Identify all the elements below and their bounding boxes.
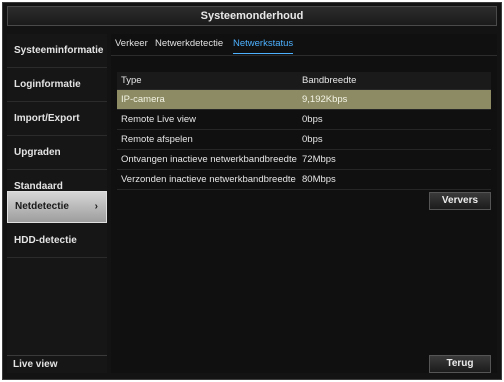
column-header-type: Type — [121, 75, 142, 86]
table-row[interactable]: Verzonden inactieve netwerkbandbreedte 8… — [117, 170, 491, 190]
row-type: Remote afspelen — [121, 134, 193, 145]
main-panel: Verkeer Netwerkdetectie Netwerkstatus Ty… — [111, 34, 497, 373]
row-bandwidth: 9,192Kbps — [302, 94, 348, 105]
row-type: IP-camera — [121, 94, 165, 105]
network-status-table: Type Bandbreedte IP-camera 9,192Kbps Rem… — [117, 72, 491, 190]
tab-network-detection[interactable]: Netwerkdetectie — [155, 34, 223, 54]
sidebar-item-hdd-detection[interactable]: HDD-detectie — [7, 224, 107, 258]
sidebar-item-net-detection[interactable]: Netdetectie › — [7, 191, 107, 223]
row-type: Verzonden inactieve netwerkbandbreedte — [121, 174, 296, 185]
row-bandwidth: 72Mbps — [302, 154, 336, 165]
row-bandwidth: 80Mbps — [302, 174, 336, 185]
tab-bar: Verkeer Netwerkdetectie Netwerkstatus — [111, 34, 497, 54]
back-button[interactable]: Terug — [429, 355, 491, 373]
window-title: Systeemonderhoud — [7, 6, 497, 26]
live-view-button[interactable]: Live view — [7, 355, 107, 373]
sidebar-item-upgrade[interactable]: Upgraden — [7, 136, 107, 170]
chevron-right-icon: › — [94, 201, 98, 212]
sidebar-item-label: Netdetectie — [15, 201, 69, 212]
refresh-button[interactable]: Ververs — [429, 192, 491, 210]
sidebar-item-log-info[interactable]: Loginformatie — [7, 68, 107, 102]
table-row[interactable]: Remote afspelen 0bps — [117, 130, 491, 150]
maintenance-window: Systeemonderhoud Systeeminformatie Login… — [2, 2, 502, 380]
table-row[interactable]: Ontvangen inactieve netwerkbandbreedte 7… — [117, 150, 491, 170]
sidebar-item-system-info[interactable]: Systeeminformatie — [7, 34, 107, 68]
table-row[interactable]: Remote Live view 0bps — [117, 110, 491, 130]
tab-network-status[interactable]: Netwerkstatus — [233, 34, 294, 54]
column-header-bandwidth: Bandbreedte — [302, 75, 357, 86]
row-bandwidth: 0bps — [302, 134, 323, 145]
row-bandwidth: 0bps — [302, 114, 323, 125]
tab-divider — [111, 55, 497, 56]
table-row[interactable]: IP-camera 9,192Kbps — [117, 90, 491, 110]
table-header: Type Bandbreedte — [117, 72, 491, 90]
sidebar-item-import-export[interactable]: Import/Export — [7, 102, 107, 136]
tab-traffic[interactable]: Verkeer — [115, 34, 148, 54]
row-type: Ontvangen inactieve netwerkbandbreedte — [121, 154, 297, 165]
row-type: Remote Live view — [121, 114, 196, 125]
sidebar: Systeeminformatie Loginformatie Import/E… — [7, 34, 107, 373]
